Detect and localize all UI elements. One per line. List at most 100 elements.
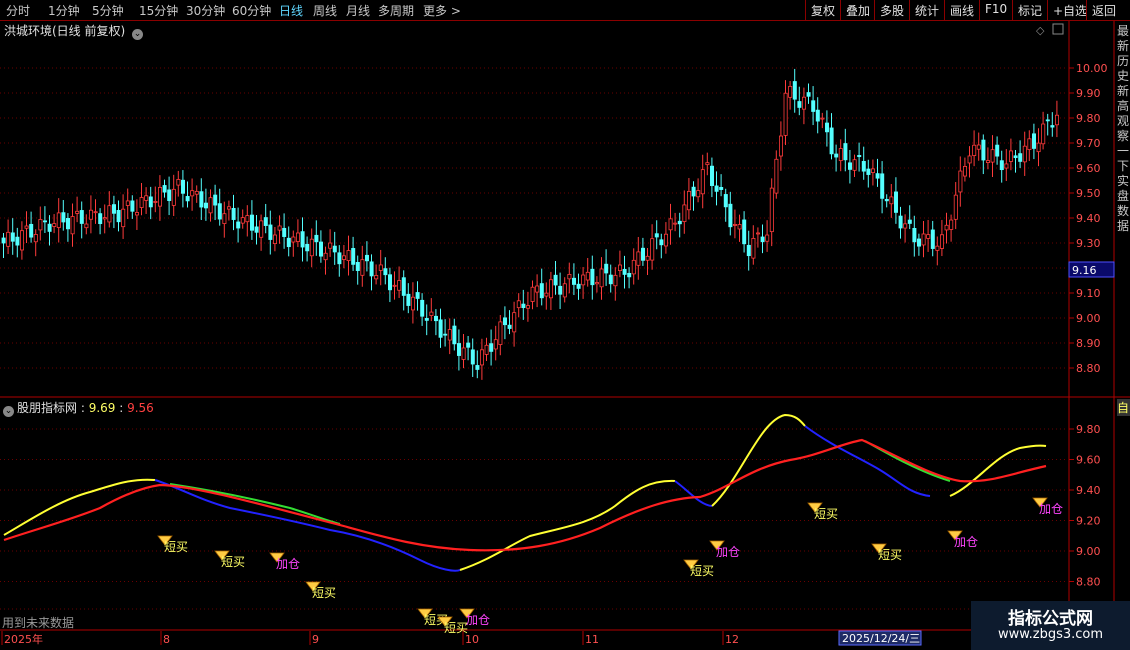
chart-canvas[interactable]: 10.00 9.90 9.80 9.70 9.60 9.50 9.40 9.30 9.20 9.1… <box>0 0 1130 650</box>
candle-body <box>1032 133 1037 149</box>
price-tick-label: 9.60 <box>1076 162 1101 175</box>
candle-body <box>880 173 885 199</box>
candle-body <box>157 186 162 207</box>
price-tick-label: 9.90 <box>1076 87 1101 100</box>
candle-body <box>295 232 300 242</box>
candle-body <box>291 236 296 243</box>
candle-body <box>1 237 6 244</box>
candle-body <box>783 92 788 136</box>
candle-body <box>102 217 107 220</box>
candle-body <box>263 217 268 226</box>
candle-body <box>641 247 646 261</box>
candle-body <box>875 173 880 179</box>
candle-body <box>986 160 991 163</box>
candle-body <box>829 127 834 155</box>
candle-body <box>231 207 236 220</box>
fast-line-segment <box>3 478 156 536</box>
candle-body <box>535 285 540 293</box>
candle-body <box>944 224 949 231</box>
candle-body <box>1027 138 1032 150</box>
candle-body <box>521 303 526 309</box>
indicator-name: 股朋指标网 <box>17 401 78 415</box>
candle-body <box>995 144 1000 157</box>
time-tick-label: 8 <box>163 633 170 646</box>
candle-body <box>466 342 471 348</box>
candle-body <box>470 349 475 365</box>
indicator-tick-label: 9.60 <box>1076 454 1101 467</box>
candle-body <box>213 194 218 206</box>
candle-body <box>788 85 793 98</box>
candle-body <box>318 241 323 257</box>
candle-body <box>903 223 908 229</box>
candle-body <box>728 203 733 228</box>
indicator-value-2: 9.56 <box>127 401 154 415</box>
candle-body <box>815 109 820 122</box>
candle-body <box>415 292 420 299</box>
candle-body <box>10 232 15 242</box>
candle-body <box>66 218 71 230</box>
time-axis: 2025年 8 9 10 11 12 <box>1 631 739 646</box>
future-data-note: 用到未来数据 <box>2 616 75 630</box>
candle-body <box>608 274 613 285</box>
candle-body <box>990 149 995 163</box>
candle-body <box>93 211 98 214</box>
candle-body <box>185 196 190 202</box>
candle-body <box>438 319 443 338</box>
candle-body <box>383 268 388 276</box>
candle-body <box>953 194 958 220</box>
diamond-icon[interactable]: ◇ <box>1036 24 1045 37</box>
candle-body <box>567 273 572 280</box>
candle-body <box>56 212 61 228</box>
chevron-down-icon[interactable]: ⌄ <box>3 406 14 417</box>
candle-body <box>305 243 310 252</box>
maximize-icon[interactable] <box>1052 23 1064 35</box>
candle-body <box>585 271 590 281</box>
candle-body <box>884 198 889 202</box>
indicator-tick-label: 8.80 <box>1076 576 1101 589</box>
candle-body <box>420 299 425 317</box>
price-tick-label: 9.80 <box>1076 112 1101 125</box>
price-axis: 10.009.909.809.709.609.509.409.309.209.1… <box>1069 62 1108 375</box>
candle-body <box>167 189 172 201</box>
candle-body <box>332 245 337 253</box>
candle-body <box>33 234 38 243</box>
candle-body <box>139 197 144 208</box>
candle-body <box>613 274 618 287</box>
candle-body <box>369 261 374 277</box>
candle-body <box>272 234 277 245</box>
candle-body <box>710 165 715 186</box>
candle-body <box>162 185 167 193</box>
candle-body <box>493 339 498 350</box>
indicator-tick-label: 9.80 <box>1076 423 1101 436</box>
candle-body <box>797 101 802 108</box>
candle-body <box>392 284 397 287</box>
candle-body <box>406 293 411 306</box>
candle-body <box>714 185 719 192</box>
candle-body <box>309 238 314 257</box>
candle-body <box>723 194 728 208</box>
candle-body <box>751 238 756 259</box>
candle-body <box>512 312 517 333</box>
candle-body <box>999 160 1004 171</box>
candle-body <box>277 225 282 231</box>
candle-body <box>576 283 581 289</box>
candle-body <box>1009 150 1014 162</box>
candle-body <box>286 237 291 248</box>
candle-body <box>144 195 149 201</box>
candle-body <box>530 286 535 302</box>
candle-body <box>134 212 139 216</box>
signal-label: 短买 <box>221 555 245 569</box>
price-tick-label: 9.50 <box>1076 187 1101 200</box>
fast-line-segment <box>674 480 713 507</box>
watermark-url: www.zbgs3.com <box>997 627 1104 642</box>
candle-body <box>15 236 20 246</box>
side-mode-label[interactable]: 自 <box>1117 399 1130 416</box>
candle-body <box>549 279 554 299</box>
candle-body <box>622 268 627 275</box>
candle-body <box>746 244 751 257</box>
candle-body <box>705 162 710 166</box>
candle-body <box>861 161 866 172</box>
candle-body <box>433 315 438 322</box>
candle-body <box>29 223 34 238</box>
candle-body <box>696 190 701 198</box>
